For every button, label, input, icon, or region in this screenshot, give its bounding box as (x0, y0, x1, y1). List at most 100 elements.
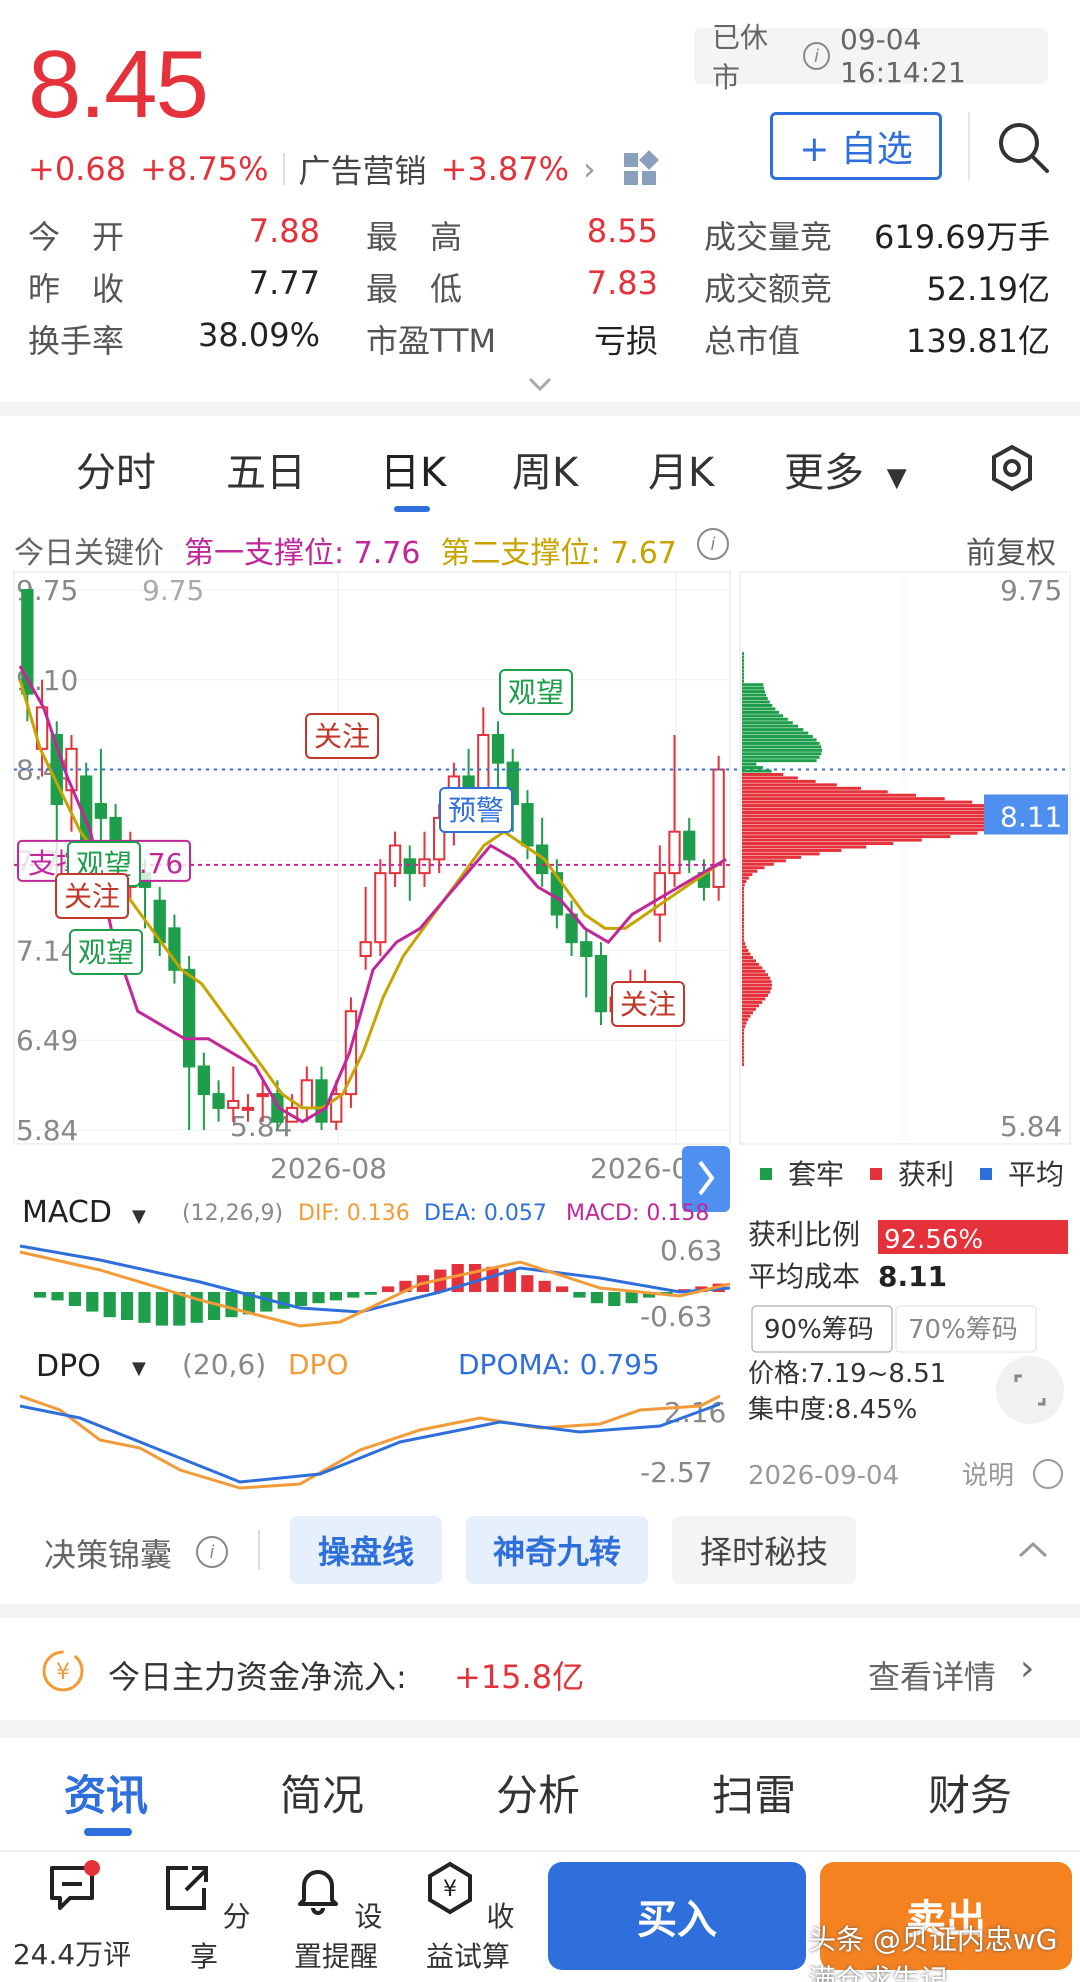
chevron-right-icon[interactable]: › (1020, 1648, 1034, 1689)
macd-hist-bar (103, 1292, 116, 1318)
alert-button[interactable]: 设置提醒 (276, 1860, 396, 1975)
chip-bar (742, 973, 769, 977)
info-icon[interactable]: i (196, 1536, 228, 1568)
candle-body (388, 844, 402, 875)
info-icon[interactable]: i (802, 42, 830, 70)
sector-name[interactable]: 广告营销 (299, 146, 427, 192)
stat-value: 7.77 (248, 264, 320, 302)
chip-bar (742, 890, 744, 894)
chip-date: 2026-09-04 (748, 1461, 899, 1491)
chip-bar (742, 859, 786, 863)
stat-value: 619.69万手 (874, 218, 1050, 256)
profit-ratio-label: 获利比例 (748, 1218, 860, 1251)
flow-value: +15.8亿 (454, 1658, 585, 1696)
chip-bar (742, 824, 1022, 828)
chip-bar (742, 962, 760, 966)
chip-bar (742, 741, 820, 745)
tab-profile[interactable]: 简况 (280, 1762, 364, 1823)
grid-apps-icon[interactable] (623, 150, 659, 185)
settings-hex-icon[interactable] (990, 444, 1034, 492)
chip-bar (742, 807, 1018, 811)
chip-bar (742, 928, 744, 932)
profit-calc-button[interactable]: ¥ 收益试算 (408, 1860, 528, 1975)
dpo-params: (20,6) (182, 1348, 266, 1381)
capital-flow-row[interactable]: ¥ 今日主力资金净流入: +15.8亿 查看详情 › (0, 1628, 1080, 1720)
chip-shenqijiuzhuan[interactable]: 神奇九转 (466, 1516, 648, 1584)
chip-bar (742, 880, 747, 884)
chip-bar (742, 779, 816, 783)
svg-text:¥: ¥ (443, 1877, 457, 1902)
flow-detail-link[interactable]: 查看详情 (868, 1652, 996, 1698)
chevron-up-icon[interactable] (1018, 1540, 1048, 1560)
tab-risk[interactable]: 扫雷 (712, 1762, 796, 1823)
chip-bar (742, 766, 763, 770)
chip-bar (742, 772, 784, 776)
tab-news[interactable]: 资讯 (64, 1762, 148, 1823)
macd-hist-bar (138, 1292, 151, 1323)
search-icon[interactable] (996, 120, 1050, 174)
tab-finance[interactable]: 财务 (928, 1762, 1012, 1823)
chip-zeshimiji[interactable]: 择时秘技 (672, 1516, 856, 1584)
stat-value: 7.88 (248, 212, 320, 250)
macd-hist-bar (86, 1292, 99, 1312)
chip-bar (742, 724, 799, 728)
chip-bar (742, 748, 822, 752)
chip-bar (742, 1000, 763, 1004)
profit-ratio-value: 92.56% (884, 1225, 983, 1255)
chip-bar (742, 714, 784, 718)
market-status: 已休市 (712, 21, 769, 94)
chip-bar (742, 1045, 744, 1049)
legend-label: 套牢 (788, 1158, 844, 1191)
candle-body (594, 954, 608, 1013)
tab-daily-k[interactable]: 日K (380, 440, 446, 498)
tab-more[interactable]: 更多 ▼ (784, 440, 907, 498)
stat-label: 成交额竞 (704, 270, 833, 308)
chip-bar (742, 924, 744, 928)
chip-bar (742, 997, 766, 1001)
chip-bar (742, 897, 744, 901)
chip-bar (742, 721, 793, 725)
add-watchlist-button[interactable]: + 自选 (770, 112, 942, 180)
section-divider (0, 402, 1080, 416)
x-tick-label: 2026-08 (270, 1152, 387, 1185)
chip-top-label: 9.75 (1000, 574, 1062, 607)
chevron-right-icon[interactable]: › (583, 150, 596, 188)
divider (968, 112, 970, 180)
adjust-mode[interactable]: 前复权 (966, 528, 1056, 572)
chip-bar (742, 848, 842, 852)
comments-button[interactable]: 24.4万评 (12, 1860, 132, 1973)
chip-bar (742, 869, 758, 873)
sector-pct[interactable]: +3.87% (441, 150, 569, 188)
chip-bar (742, 738, 817, 742)
tab-weekly-k[interactable]: 周K (512, 440, 578, 498)
macd-hist-bar (364, 1292, 377, 1295)
tab-monthly-k[interactable]: 月K (648, 440, 714, 498)
macd-hist-bar (295, 1292, 308, 1306)
macd-hist-bar (329, 1292, 342, 1301)
macd-hist-bar (121, 1292, 134, 1320)
candle-body (521, 803, 534, 847)
info-icon[interactable]: i (696, 528, 729, 560)
tab-fenshi[interactable]: 分时 (76, 440, 156, 498)
macd-hist-bar (68, 1292, 81, 1306)
kline-chart[interactable]: 9.759.108.457.797.146.495.849.755.84支撑位 … (0, 570, 1080, 1510)
chevron-down-icon[interactable] (528, 376, 552, 392)
chip-bar (742, 672, 744, 676)
chip-bar (742, 1038, 744, 1042)
candle-body (212, 1093, 225, 1109)
chip-caopanxian[interactable]: 操盘线 (290, 1516, 442, 1584)
chip-bar (742, 728, 804, 732)
tab-wuri[interactable]: 五日 (226, 440, 306, 498)
chip-bar (742, 1025, 746, 1029)
chip-bar (742, 911, 744, 915)
stat-value: 7.83 (586, 264, 658, 302)
dpoma-value: DPOMA: 0.795 (458, 1348, 660, 1381)
buy-button[interactable]: 买入 (548, 1862, 806, 1970)
chip-bar (742, 976, 771, 980)
macd-hist-bar (486, 1266, 499, 1292)
chip-bar (742, 676, 744, 680)
chip-bar (742, 1052, 744, 1056)
y-tick-label: 6.49 (16, 1024, 78, 1057)
tab-analysis[interactable]: 分析 (496, 1762, 580, 1823)
share-button[interactable]: 分享 (144, 1860, 264, 1975)
